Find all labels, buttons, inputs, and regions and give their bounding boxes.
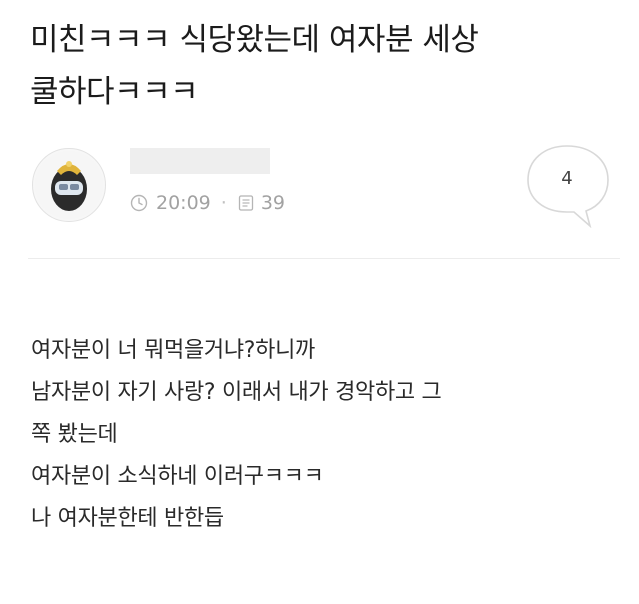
body-line-1: 여자분이 너 뭐먹을거냐?하니까 [31,338,315,363]
post-meta: 20:09 · 39 4 [32,142,617,232]
post-title-line-1: 미친ㅋㅋㅋ 식당왔는데 여자분 세상 [30,22,479,58]
avatar[interactable] [32,148,106,222]
post-info: 20:09 · 39 [130,190,285,216]
avatar-icon [35,151,103,219]
clock-icon [130,194,148,212]
comment-count-button[interactable]: 4 [524,142,620,229]
post-body: 여자분이 너 뭐먹을거냐?하니까 남자분이 자기 사랑? 이래서 내가 경악하고… [31,330,631,540]
body-line-3: 쪽 봤는데 [31,422,118,447]
author-name-redacted [130,148,270,174]
body-line-4: 여자분이 소식하네 이러구ㅋㅋㅋ [31,464,324,489]
body-line-5: 나 여자분한테 반한듭 [31,506,224,531]
post-title: 미친ㅋㅋㅋ 식당왔는데 여자분 세상 쿨하다ㅋㅋㅋ [30,14,620,118]
view-count: 39 [260,192,285,214]
post-title-line-2: 쿨하다ㅋㅋㅋ [30,74,199,110]
document-icon [238,195,253,211]
body-line-2: 남자분이 자기 사랑? 이래서 내가 경악하고 그 [31,380,442,405]
comment-count: 4 [561,168,573,189]
separator-dot: · [220,192,227,214]
post-time: 20:09 [156,192,211,214]
divider [28,258,620,259]
